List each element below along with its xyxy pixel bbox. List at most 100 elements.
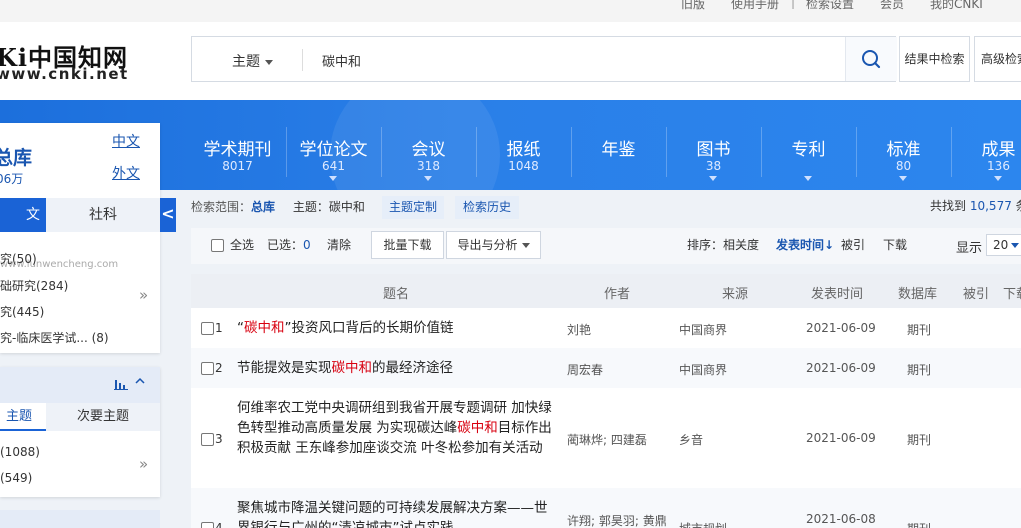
row-number: 3 [215, 432, 223, 446]
topic-card-header [0, 367, 160, 403]
category-journals[interactable]: 学术期刊 8017 [190, 100, 285, 190]
chevron-down-icon [265, 59, 273, 65]
chevron-up-icon [135, 377, 145, 384]
database-type: 期刊 [907, 323, 932, 337]
author-link[interactable]: 周宏春 [567, 361, 603, 378]
tab-social-science[interactable]: 社科 [46, 198, 160, 232]
publish-date: 2021-06-09 [806, 431, 876, 445]
category-conferences[interactable]: 会议 318 [381, 100, 476, 190]
sort-by-date[interactable]: 发表时间↓ [776, 236, 834, 253]
collapse-icon[interactable] [134, 375, 146, 391]
display-count-label: 显示 [956, 241, 983, 256]
list-item[interactable]: (1088) [0, 445, 40, 459]
result-title-link[interactable]: “碳中和”投资风口背后的长期价值链 [237, 318, 555, 338]
source-link[interactable]: 中国商界 [679, 361, 727, 378]
my-cnki-link[interactable]: 我的CNKI [930, 0, 983, 12]
display-count-value: 20 [993, 238, 1009, 252]
search-input[interactable] [322, 45, 822, 75]
category-name: 学术期刊 [203, 140, 272, 160]
row-number: 2 [215, 361, 223, 375]
list-item[interactable]: 础研究(284) [0, 277, 68, 294]
category-achievements[interactable]: 成果 136 [951, 100, 1021, 190]
advanced-search-button[interactable]: 高级检索 [974, 36, 1021, 82]
result-count: 共找到 10,577 条 [930, 197, 1021, 214]
more-icon[interactable]: » [139, 455, 148, 473]
result-title-link[interactable]: 聚焦城市降温关键问题的可持续发展解决方案——世界银行与广州的“清凉城市”试点实践 [237, 498, 555, 528]
more-icon[interactable]: » [139, 286, 148, 304]
source-link[interactable]: 城市规划 [679, 520, 727, 528]
category-books[interactable]: 图书 38 [666, 100, 761, 190]
category-name: 会议 [411, 140, 446, 160]
tab-secondary-topic[interactable]: 次要主题 [46, 403, 160, 431]
category-count: 136 [987, 159, 1010, 173]
column-database: 数据库 [898, 287, 938, 302]
search-history-button[interactable]: 检索历史 [455, 196, 519, 219]
category-theses[interactable]: 学位论文 641 [286, 100, 381, 190]
topic-card: 主题 次要主题 (1088) (549) » [0, 367, 160, 497]
list-item[interactable]: 究(445) [0, 303, 44, 320]
search-box: 主题 [191, 36, 897, 82]
title-text: 节能提效是实现 [237, 360, 332, 376]
category-patents[interactable]: 专利 [761, 100, 856, 190]
author-link[interactable]: 刘艳 [567, 321, 591, 338]
topic-custom-button[interactable]: 主题定制 [382, 196, 444, 219]
source-link[interactable]: 乡音 [679, 431, 703, 448]
search-icon [862, 50, 881, 69]
select-all-checkbox[interactable] [211, 239, 224, 252]
top-utility-bar: 旧版 使用手册 | 检索设置 会员 我的CNKI [0, 0, 1021, 22]
search-settings-link[interactable]: 检索设置 [806, 0, 854, 12]
title-highlight: 碳中和 [457, 420, 498, 436]
category-yearbooks[interactable]: 年鉴 [571, 100, 666, 190]
sidebar-card [0, 510, 160, 528]
row-checkbox[interactable] [201, 522, 214, 528]
category-count: 1048 [508, 159, 539, 173]
category-name: 学位论文 [299, 140, 368, 160]
chinese-filter-link[interactable]: 中文 [112, 131, 140, 151]
chevron-down-icon [994, 176, 1002, 181]
old-version-link[interactable]: 旧版 [681, 0, 705, 12]
result-title-link[interactable]: 何维率农工党中央调研组到我省开展专题调研 加快绿色转型推动高质量发展 为实现碳达… [237, 398, 555, 458]
column-source: 来源 [722, 287, 749, 302]
list-item[interactable]: 究(50) [0, 250, 37, 267]
chevron-down-icon [899, 176, 907, 181]
batch-download-button[interactable]: 批量下载 [371, 231, 444, 259]
select-all-label[interactable]: 全选 [230, 236, 254, 253]
author-link[interactable]: 许翔; 郭昊羽; 黄鼎 [567, 512, 667, 528]
row-checkbox[interactable] [201, 433, 214, 446]
table-row: 1 “碳中和”投资风口背后的长期价值链 刘艳 中国商界 2021-06-09 期… [191, 308, 1021, 348]
library-count: 06万 [0, 172, 24, 186]
row-checkbox[interactable] [201, 322, 214, 335]
search-within-results-button[interactable]: 结果中检索 [899, 36, 970, 82]
bar-chart-icon[interactable] [114, 378, 128, 390]
user-manual-link[interactable]: 使用手册 [731, 0, 779, 12]
sort-by-downloads[interactable]: 下载 [883, 236, 907, 253]
sort-relevance[interactable]: 排序：相关度 [687, 236, 759, 253]
search-field-dropdown[interactable]: 主题 [232, 51, 273, 71]
found-number: 10,577 [969, 199, 1012, 213]
category-name: 报纸 [506, 140, 541, 160]
result-title-link[interactable]: 节能提效是实现碳中和的最经济途径 [237, 358, 555, 378]
tab-science[interactable]: 文 [0, 198, 46, 232]
clear-button[interactable]: 清除 [327, 236, 351, 253]
foreign-filter-link[interactable]: 外文 [112, 163, 140, 183]
category-standards[interactable]: 标准 80 [856, 100, 951, 190]
list-item[interactable]: (549) [0, 471, 32, 485]
row-checkbox[interactable] [201, 362, 214, 375]
export-analysis-button[interactable]: 导出与分析 [446, 231, 541, 259]
member-link[interactable]: 会员 [880, 0, 904, 12]
display-count-select[interactable]: 20 [986, 234, 1021, 256]
database-type: 期刊 [907, 520, 931, 528]
search-field-label: 主题 [232, 54, 260, 70]
sidebar-collapse-button[interactable]: < [160, 198, 176, 232]
tab-main-topic[interactable]: 主题 [0, 403, 46, 431]
database-type: 期刊 [907, 363, 932, 377]
list-item[interactable]: 究-临床医学试... (8) [0, 329, 109, 346]
sort-by-citations[interactable]: 被引 [841, 236, 865, 253]
library-title: 总库 [0, 147, 33, 169]
chevron-down-icon [521, 243, 530, 248]
scope-value[interactable]: 总库 [251, 200, 275, 214]
search-button[interactable] [845, 37, 897, 81]
category-newspapers[interactable]: 报纸 1048 [476, 100, 571, 190]
author-link[interactable]: 蔺琳烨; 四建磊 [567, 431, 647, 448]
source-link[interactable]: 中国商界 [679, 321, 727, 338]
